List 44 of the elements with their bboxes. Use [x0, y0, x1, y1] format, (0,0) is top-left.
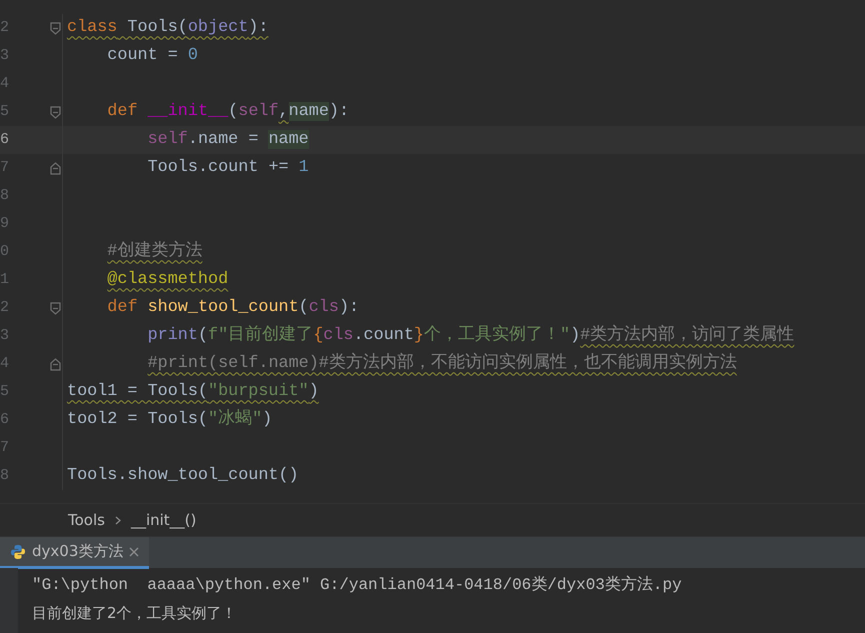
- code-line: #创建类方法: [106, 240, 202, 264]
- line-number: 8: [0, 186, 10, 206]
- fold-icon[interactable]: [50, 302, 60, 314]
- fold-icon[interactable]: [50, 358, 60, 370]
- code-line: count = 0: [106, 45, 198, 68]
- console-line: "G:\python aaaaa\python.exe" G:/yanlian0414-0418/06类/dyx03类方法.py: [31, 574, 682, 596]
- line-number: 4: [0, 354, 10, 374]
- fold-icon[interactable]: [50, 22, 60, 34]
- line-number: 5: [0, 102, 10, 122]
- line-number: 3: [0, 326, 10, 346]
- code-line: tool2 = Tools("冰蝎"): [66, 408, 272, 432]
- console-gutter: [0, 568, 18, 633]
- line-number: 5: [0, 382, 10, 402]
- code-line: class Tools(object):: [66, 17, 268, 40]
- fold-icon[interactable]: [50, 162, 60, 174]
- code-line: print(f"目前创建了{cls.count}个，工具实例了！")#类方法内部，访问了类属性: [146, 324, 794, 348]
- line-number: 0: [0, 242, 10, 262]
- code-line: def show_tool_count(cls):: [106, 297, 360, 320]
- python-icon: [10, 544, 26, 560]
- close-icon[interactable]: [129, 546, 140, 556]
- line-number: 7: [0, 438, 10, 458]
- line-number: 8: [0, 466, 10, 486]
- fold-icon[interactable]: [50, 106, 60, 118]
- line-number: 7: [0, 158, 10, 178]
- line-number: 2: [0, 298, 10, 318]
- chevron-icon: [114, 516, 121, 524]
- code-line: @classmethod: [106, 269, 228, 292]
- run-tab[interactable]: dyx03类方法: [0, 537, 150, 569]
- breadcrumb-item[interactable]: Tools: [68, 508, 105, 532]
- code-line: #print(self.name)#类方法内部，不能访问实例属性，也不能调用实例方法: [146, 352, 737, 376]
- code-line: def __init__(self,name):: [106, 101, 350, 124]
- console-line: 目前创建了2个，工具实例了！: [31, 603, 238, 624]
- line-number: 6: [0, 130, 10, 150]
- line-number: 9: [0, 214, 10, 234]
- line-number: 3: [0, 46, 10, 66]
- code-line: self.name = name: [146, 129, 309, 152]
- breadcrumb-item[interactable]: __init__(): [130, 508, 196, 532]
- line-number: 2: [0, 18, 10, 38]
- code-line: tool1 = Tools("burpsuit"): [66, 381, 319, 404]
- line-number: 1: [0, 270, 10, 290]
- line-number: 4: [0, 74, 10, 94]
- code-line: Tools.show_tool_count(): [66, 465, 299, 488]
- line-number: 6: [0, 410, 10, 430]
- code-line: Tools.count += 1: [146, 157, 309, 180]
